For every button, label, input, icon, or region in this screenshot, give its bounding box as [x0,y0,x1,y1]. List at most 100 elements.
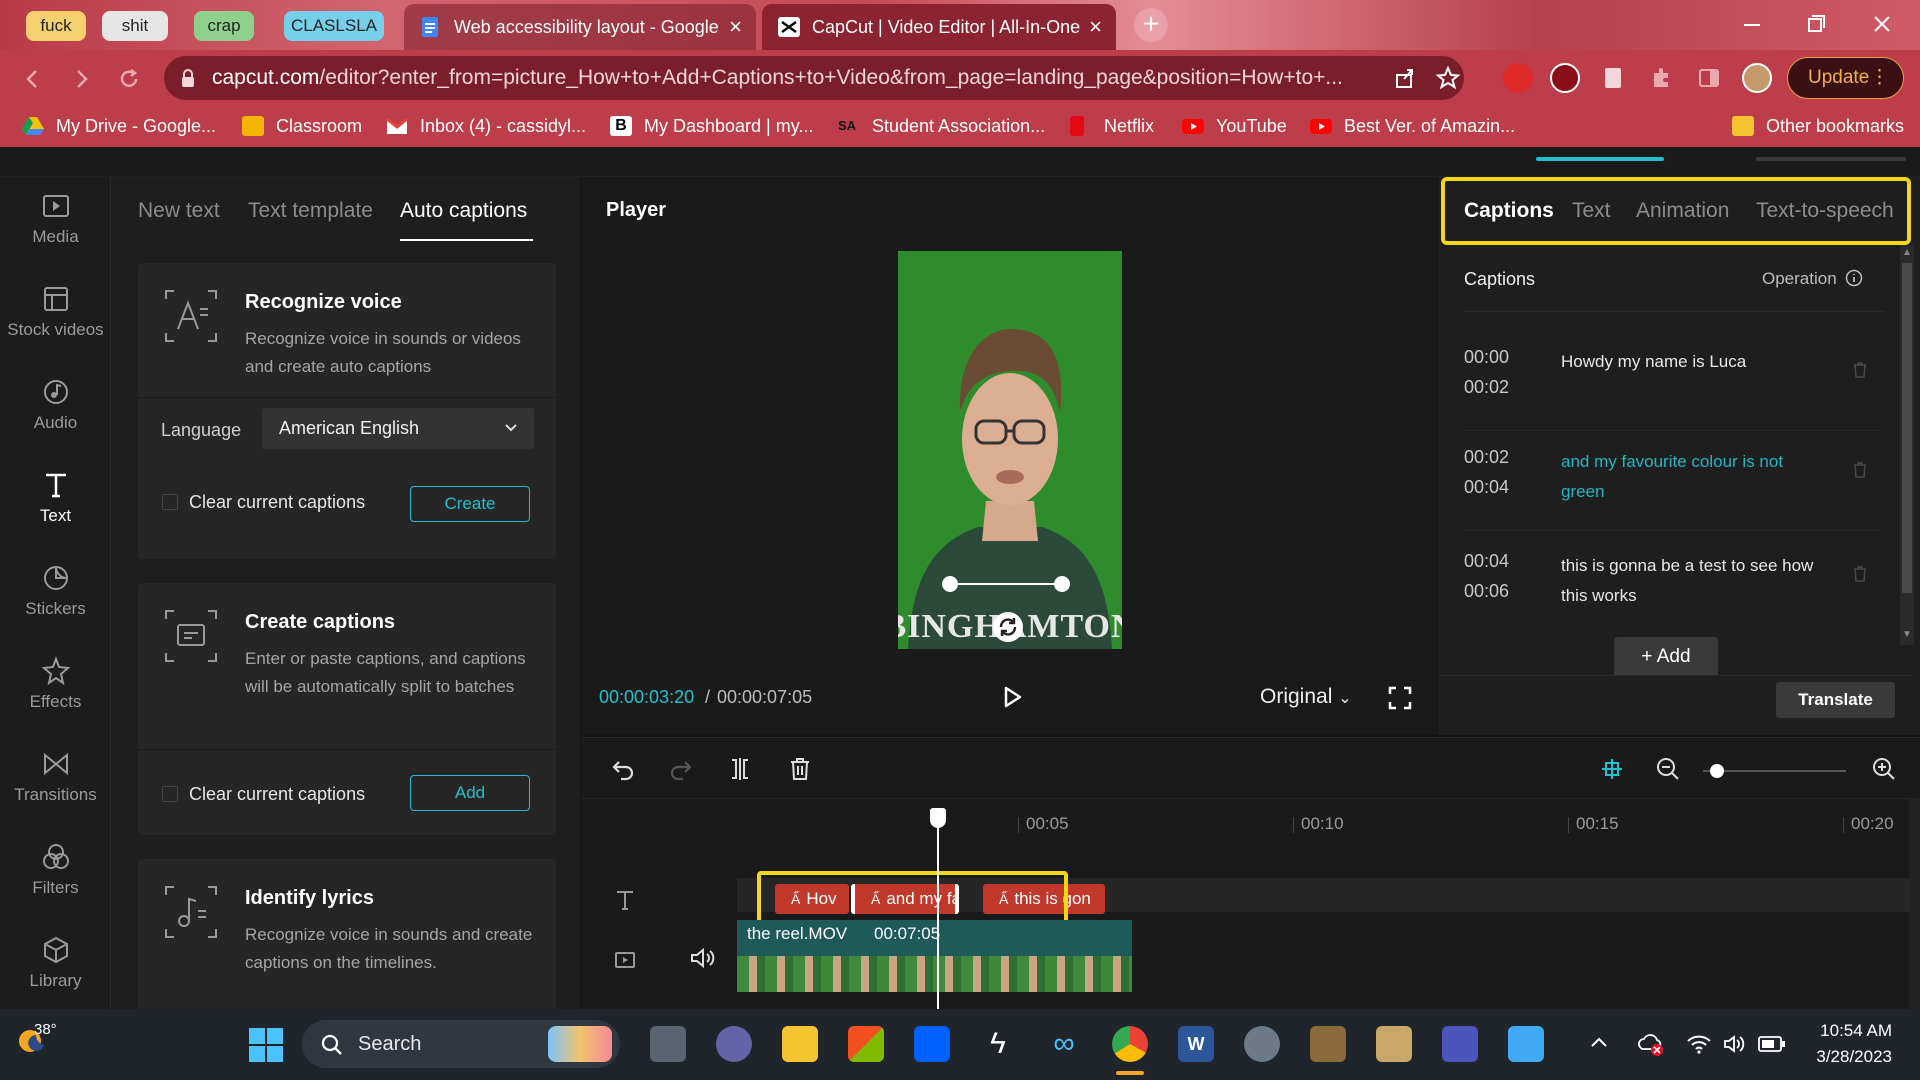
ublock-extension-icon[interactable] [1550,63,1580,93]
restore-icon[interactable] [1804,12,1828,36]
nav-stickers[interactable]: Stickers [0,549,111,642]
nav-filters[interactable]: Filters [0,828,111,921]
teams-chat-icon[interactable] [716,1026,752,1062]
tab-group-crap[interactable]: crap [194,11,254,41]
nav-library[interactable]: Library [0,921,111,1009]
file-explorer-icon[interactable] [782,1026,818,1062]
caption-text[interactable]: Howdy my name is Luca [1561,347,1821,377]
redo-icon[interactable] [667,756,693,782]
profile-avatar[interactable] [1742,63,1772,93]
bookmark-classroom[interactable]: Classroom [242,107,362,145]
translate-button[interactable]: Translate [1776,682,1895,718]
nav-text[interactable]: Text [0,456,111,549]
new-tab-button[interactable]: + [1134,8,1168,42]
dropbox-icon[interactable] [914,1026,950,1062]
playhead[interactable] [937,810,939,1010]
tab-auto-captions[interactable]: Auto captions [400,199,527,223]
nav-effects[interactable]: Effects [0,642,111,735]
trash-icon[interactable] [1852,361,1868,379]
forward-icon[interactable] [68,66,94,92]
bookmark-student-association[interactable]: SA Student Association... [838,107,1045,145]
add-button[interactable]: Add [410,775,530,811]
video-clip[interactable]: the reel.MOV 00:07:05 [737,920,1132,992]
timeline-scrollbar[interactable] [1909,798,1920,1010]
speaker-icon[interactable] [1722,1033,1746,1055]
caption-text[interactable]: this is gonna be a test to see how this … [1561,551,1821,611]
create-button[interactable]: Create [410,486,530,522]
snap-magnet-icon[interactable] [1599,756,1625,782]
clear-captions-checkbox[interactable] [162,494,178,510]
taskbar-search[interactable]: Search [302,1020,620,1068]
clock-time[interactable]: 10:54 AM [1808,1021,1892,1041]
share-button-edge[interactable] [1756,157,1906,161]
nav-transitions[interactable]: Transitions [0,735,111,828]
nav-stock-videos[interactable]: Stock videos [0,270,111,363]
bookmark-my-dashboard[interactable]: B My Dashboard | my... [610,107,813,145]
onedrive-offline-icon[interactable] [1636,1031,1664,1057]
scrollbar-thumb[interactable] [1902,263,1912,593]
lightning-app-icon[interactable]: ϟ [980,1026,1016,1062]
export-button-edge[interactable] [1536,157,1664,161]
scroll-down-icon[interactable]: ▼ [1902,629,1912,640]
playhead-handle[interactable] [930,808,946,828]
zoom-in-icon[interactable] [1871,756,1897,782]
video-preview[interactable]: BINGHAMTON [898,251,1122,649]
tab-group-shit[interactable]: shit [102,11,168,41]
delete-icon[interactable] [787,756,813,782]
fullscreen-icon[interactable] [1387,685,1413,711]
info-icon[interactable] [1845,269,1863,287]
scroll-up-icon[interactable]: ▲ [1902,247,1912,258]
photos-app-icon[interactable] [1508,1026,1544,1062]
tab-text-template[interactable]: Text template [248,199,373,223]
volume-icon[interactable] [689,946,715,970]
tab-new-text[interactable]: New text [138,199,220,223]
tab-group-claslsla[interactable]: CLASLSLA [284,11,384,41]
library-books-icon[interactable] [1310,1026,1346,1062]
resize-handle-right[interactable] [1054,576,1070,592]
play-icon[interactable] [998,683,1026,711]
side-panel-icon[interactable] [1694,63,1724,93]
infinity-app-icon[interactable]: ∞ [1046,1026,1082,1062]
caption-row[interactable]: 00:02 00:04 and my favourite colour is n… [1464,435,1884,531]
aspect-ratio-select[interactable]: Original ⌄ [1260,685,1352,709]
wifi-icon[interactable] [1686,1033,1712,1055]
zoom-slider-handle[interactable] [1710,764,1724,778]
nav-media[interactable]: Media [0,177,111,270]
clock-date[interactable]: 3/28/2023 [1798,1047,1892,1067]
add-caption-button[interactable]: + Add [1614,637,1718,675]
reload-icon[interactable] [116,66,142,92]
back-icon[interactable] [20,66,46,92]
zoom-out-icon[interactable] [1655,756,1681,782]
caption-text[interactable]: and my favourite colour is not green [1561,447,1821,507]
resize-handle-left[interactable] [942,576,958,592]
close-tab-icon[interactable]: × [1089,4,1102,50]
caption-row[interactable]: 00:04 00:06 this is gonna be a test to s… [1464,539,1884,635]
share-icon[interactable] [1394,67,1416,89]
windows-start-icon[interactable] [248,1027,284,1063]
minimize-icon[interactable] [1740,12,1764,36]
settings-gear-icon[interactable] [1244,1026,1280,1062]
time-ruler[interactable]: 00:05 00:10 00:15 00:20 [581,798,1920,833]
zoom-slider[interactable] [1703,770,1846,772]
bookmark-other-bookmarks[interactable]: Other bookmarks [1732,107,1904,145]
bookmark-my-drive[interactable]: My Drive - Google... [22,107,216,145]
clear-captions-checkbox[interactable] [162,786,178,802]
bookmark-netflix[interactable]: Netflix [1070,107,1154,145]
teams-icon[interactable] [1442,1026,1478,1062]
more-menu-icon[interactable]: ⋮ [1870,58,1889,98]
chevron-up-icon[interactable] [1590,1035,1608,1049]
bookmark-inbox[interactable]: Inbox (4) - cassidyl... [386,107,586,145]
tab-capcut[interactable]: CapCut | Video Editor | All-In-One × [762,4,1116,50]
close-window-icon[interactable] [1870,12,1894,36]
adblock-extension-icon[interactable] [1503,63,1533,93]
bookmark-star-icon[interactable] [1436,66,1460,90]
bookmark-youtube[interactable]: YouTube [1182,107,1287,145]
document-extension-icon[interactable] [1598,63,1628,93]
tab-web-accessibility[interactable]: Web accessibility layout - Google × [404,4,756,50]
microsoft-store-icon[interactable] [848,1026,884,1062]
update-button[interactable]: Update ⋮ [1787,57,1904,99]
nav-audio[interactable]: Audio [0,363,111,456]
trash-icon[interactable] [1852,565,1868,583]
operation-label[interactable]: Operation [1762,269,1863,289]
battery-icon[interactable] [1758,1035,1786,1053]
